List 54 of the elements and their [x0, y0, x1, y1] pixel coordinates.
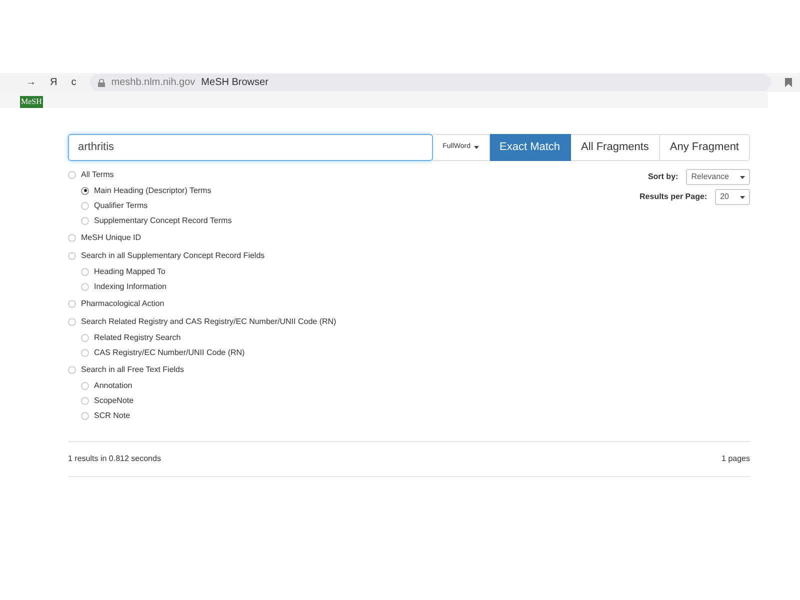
option-label: Indexing Information — [94, 280, 166, 292]
match-button[interactable]: Any Fragment — [660, 134, 750, 161]
option-label: Pharmacological Action — [81, 298, 164, 310]
option-label: Main Heading (Descriptor) Terms — [94, 184, 212, 196]
option-label: Search in all Supplementary Concept Record Fields — [81, 250, 265, 262]
logo[interactable]: MeSH — [20, 96, 43, 108]
radio-button[interactable] — [68, 170, 76, 178]
radio-button[interactable] — [68, 234, 76, 242]
radio-button[interactable] — [81, 216, 89, 224]
radio-button[interactable] — [81, 202, 89, 210]
radio-button[interactable] — [81, 268, 89, 276]
option-label: Supplementary Concept Record Terms — [94, 214, 232, 226]
lock-icon — [98, 78, 106, 86]
radio-button[interactable] — [68, 318, 76, 326]
radio-button[interactable] — [68, 300, 76, 308]
option-label: Qualifier Terms — [94, 200, 148, 212]
radio-button[interactable] — [81, 396, 89, 404]
back-button[interactable]: → — [26, 75, 36, 90]
radio-button[interactable] — [81, 282, 89, 290]
caret-icon — [740, 196, 745, 198]
radio-button[interactable] — [81, 382, 89, 390]
radio-button[interactable] — [68, 252, 76, 260]
match-button[interactable]: All Fragments — [571, 134, 660, 161]
option-label: CAS Registry/EC Number/UNII Code (RN) — [94, 346, 245, 358]
search-field[interactable]: arthritis — [68, 134, 433, 161]
sort-select[interactable]: Relevance — [686, 169, 750, 185]
option-label: Heading Mapped To — [94, 266, 166, 278]
match-button[interactable]: Exact Match — [490, 134, 572, 161]
per-page-select[interactable]: 20 — [715, 189, 750, 205]
radio-button[interactable] — [81, 186, 89, 194]
page-count: 1 pages — [722, 453, 750, 465]
home-button[interactable]: Я — [50, 75, 58, 90]
sort-label: Sort by: — [648, 171, 678, 183]
option-label: ScopeNote — [94, 394, 134, 406]
option-label: All Terms — [81, 168, 114, 180]
option-label: Search in all Free Text Fields — [81, 364, 184, 376]
address-bar[interactable]: meshb.nlm.nih.gov MeSH Browser — [90, 74, 771, 91]
option-label: SCR Note — [94, 410, 130, 422]
radio-button[interactable] — [81, 334, 89, 342]
results-summary: 1 results in 0.812 seconds — [68, 453, 161, 465]
radio-button[interactable] — [68, 366, 76, 374]
option-label: MeSH Unique ID — [81, 232, 142, 244]
caret-icon — [740, 176, 745, 178]
url-text: meshb.nlm.nih.gov — [111, 76, 196, 90]
option-label: Annotation — [94, 380, 132, 392]
reload-button[interactable]: c — [71, 75, 76, 90]
caret-icon — [474, 146, 479, 149]
bookmark-icon[interactable] — [785, 78, 792, 87]
per-page-label: Results per Page: — [640, 191, 708, 203]
option-label: Related Registry Search — [94, 332, 181, 344]
radio-button[interactable] — [81, 348, 89, 356]
option-label: Search Related Registry and CAS Registry/EC Number/UNII Code (RN) — [81, 316, 336, 328]
radio-button[interactable] — [81, 412, 89, 420]
page-title: MeSH Browser — [201, 76, 268, 90]
